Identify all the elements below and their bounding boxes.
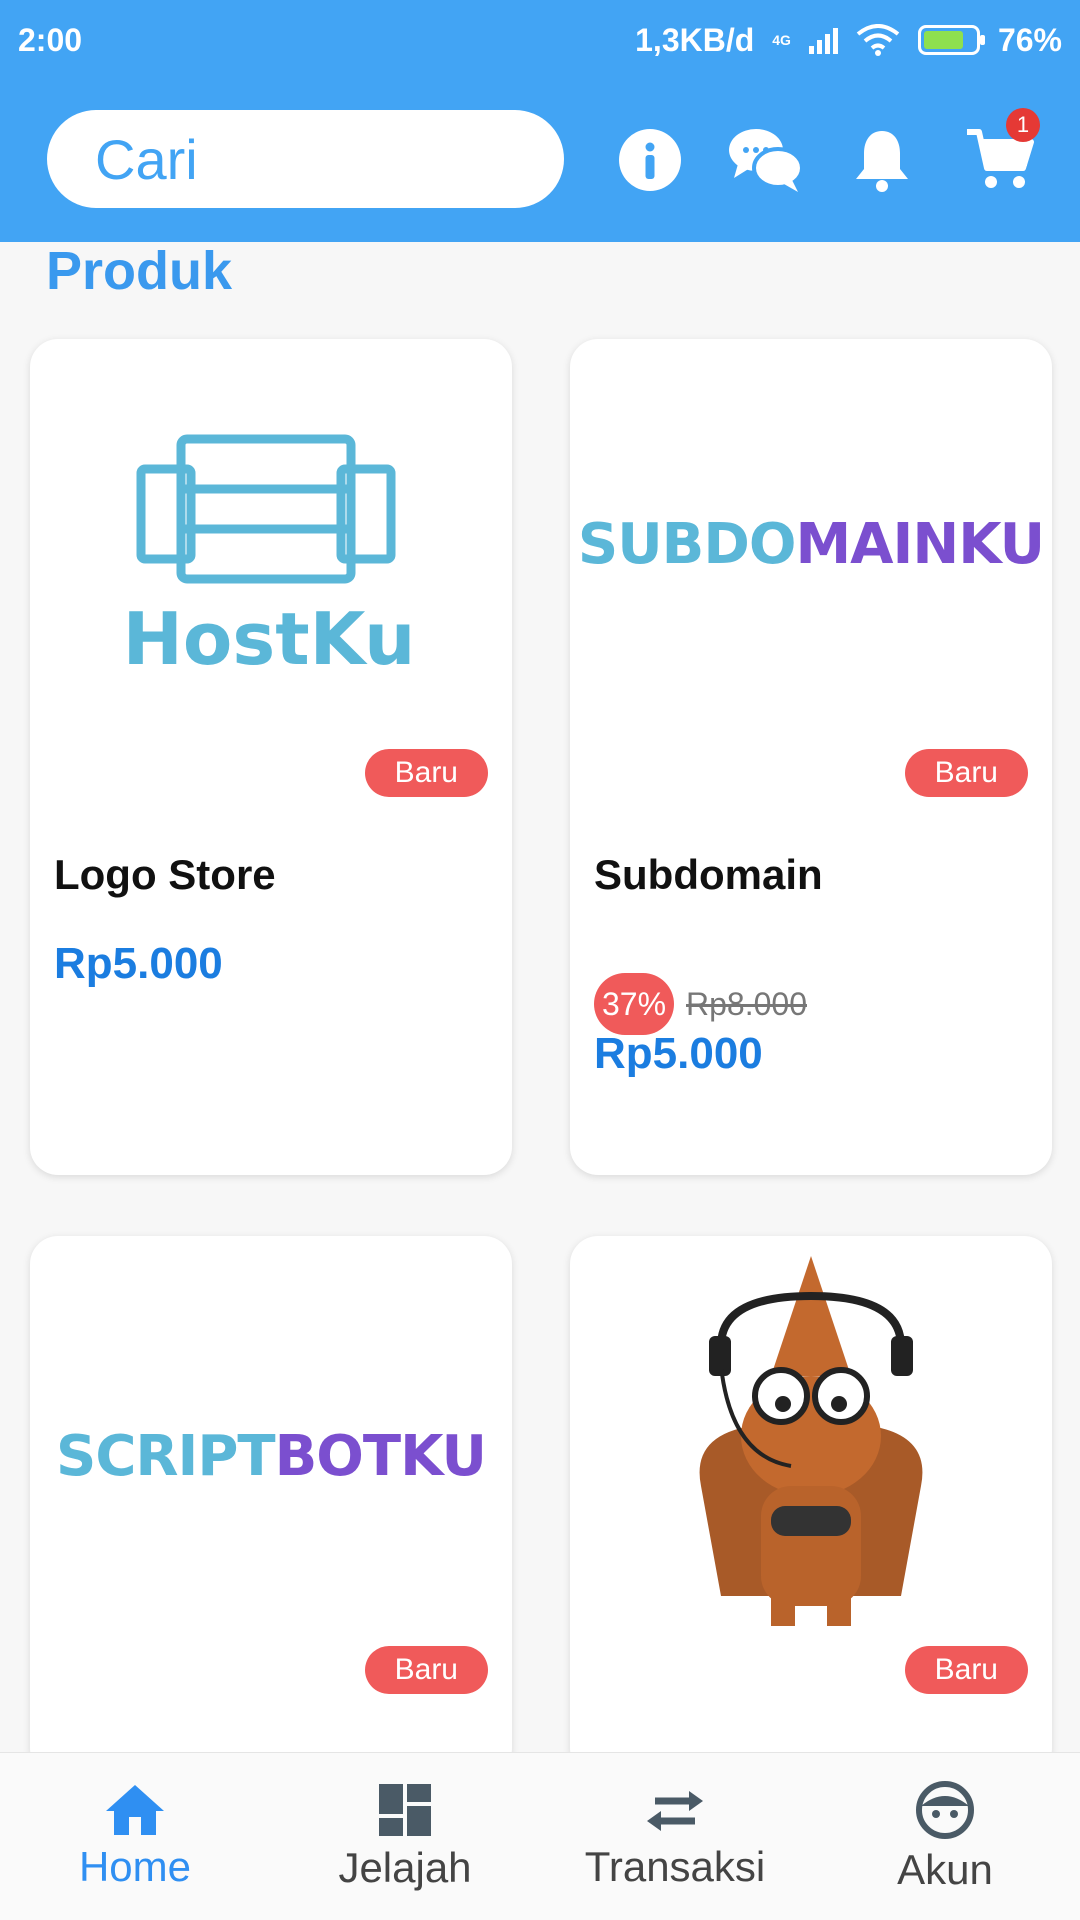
battery-icon: [917, 25, 985, 55]
chat-button[interactable]: [726, 120, 806, 200]
nav-label: Akun: [897, 1845, 993, 1893]
network-speed: 1,3KB/d: [635, 21, 755, 58]
product-name: Subdomain: [594, 851, 823, 898]
product-logo-text: SCRIPT: [55, 1423, 276, 1489]
product-image: SCRIPTBOTKU: [30, 1236, 512, 1676]
search-placeholder: Cari: [95, 127, 198, 191]
search-input[interactable]: Cari: [47, 110, 564, 208]
product-logo-text: SUBDO: [577, 511, 797, 577]
signal-icon: [808, 26, 838, 54]
wifi-icon: [856, 24, 900, 56]
nav-transactions[interactable]: Transaksi: [540, 1753, 810, 1920]
new-badge: Baru: [364, 749, 488, 797]
new-badge: Baru: [904, 1646, 1028, 1694]
new-badge: Baru: [904, 749, 1028, 797]
product-price: Rp5.000: [54, 939, 223, 988]
cart-count-badge: 1: [1006, 108, 1040, 142]
battery-level: 76%: [997, 21, 1062, 58]
product-image: HostKu: [30, 339, 512, 779]
new-badge: Baru: [364, 1646, 488, 1694]
original-price: Rp8.000: [686, 985, 807, 1022]
home-icon: [106, 1784, 164, 1835]
mascot-illustration: [699, 1256, 923, 1626]
discount-row: 37% Rp8.000: [594, 973, 807, 1035]
product-card[interactable]: SCRIPTBOTKU Baru: [30, 1236, 512, 1776]
top-app-bar: 2:00 1,3KB/d 4G 76% Cari 1: [0, 0, 1080, 242]
bottom-navigation: Home Jelajah Transaksi Akun: [0, 1752, 1080, 1920]
dashboard-icon: [379, 1783, 431, 1836]
product-logo-text: BOTKU: [274, 1423, 487, 1489]
nav-label: Home: [78, 1842, 192, 1890]
product-image: SUBDOMAINKU: [570, 339, 1052, 779]
product-image: [570, 1236, 1052, 1676]
nav-label: Transaksi: [584, 1842, 766, 1890]
status-time: 2:00: [18, 21, 83, 58]
chat-icon: [729, 129, 804, 192]
swap-arrows-icon: [647, 1790, 703, 1831]
product-card[interactable]: Baru: [570, 1236, 1052, 1776]
product-name: Logo Store: [54, 851, 276, 898]
info-icon: [619, 129, 681, 191]
product-card[interactable]: SUBDOMAINKU Baru Subdomain 37% Rp8.000 R…: [570, 339, 1052, 1175]
face-icon: [916, 1780, 974, 1839]
status-bar: 2:00 1,3KB/d 4G 76%: [0, 0, 1080, 80]
product-price: Rp5.000: [594, 1029, 763, 1078]
info-button[interactable]: [610, 120, 690, 200]
cart-button[interactable]: 1: [960, 108, 1040, 200]
nav-explore[interactable]: Jelajah: [270, 1753, 540, 1920]
notification-button[interactable]: [842, 120, 922, 200]
nav-account[interactable]: Akun: [810, 1753, 1080, 1920]
network-type: 4G: [772, 32, 791, 48]
status-indicators: 1,3KB/d 4G 76%: [635, 22, 1062, 59]
product-logo-text: MAINKU: [795, 511, 1045, 577]
discount-badge: 37%: [594, 973, 674, 1035]
section-title: Produk: [46, 241, 233, 301]
nav-label: Jelajah: [338, 1843, 472, 1891]
bell-icon: [856, 131, 908, 192]
nav-home[interactable]: Home: [0, 1753, 270, 1920]
product-logo-text: HostKu: [123, 597, 416, 681]
product-card[interactable]: HostKu Baru Logo Store Rp5.000: [30, 339, 512, 1175]
